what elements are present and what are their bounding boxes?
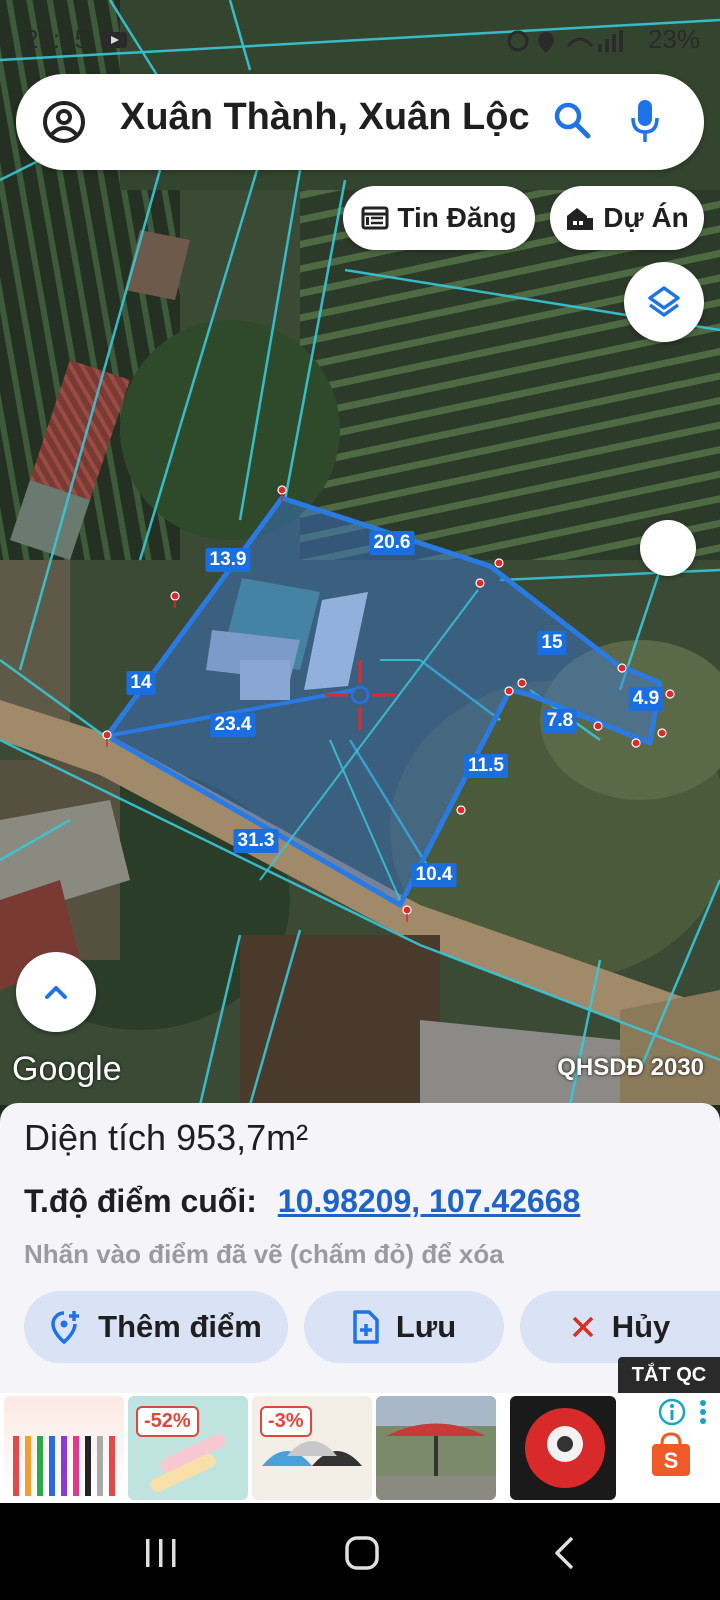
ad-image [376,1396,496,1500]
search-location[interactable]: Xuân Thành, Xuân Lộc [120,96,530,139]
cancel-button[interactable]: Hủy [520,1291,720,1363]
segment-label: 4.9 [628,687,664,711]
expand-button[interactable] [16,952,96,1032]
account-icon[interactable] [42,100,86,144]
video-icon [101,32,127,48]
coordinate-label: T.độ điểm cuối: [24,1183,257,1219]
add-point-label: Thêm điểm [98,1309,262,1344]
segment-label: 13.9 [205,548,251,572]
coordinate-row: T.độ điểm cuối: 10.98209, 107.42668 [24,1183,580,1220]
ad-image [525,1408,605,1488]
projects-chip[interactable]: Dự Án [550,186,704,250]
mic-icon[interactable] [630,98,660,144]
info-icon[interactable] [658,1398,686,1426]
segment-label: 23.4 [210,713,256,737]
close-icon [572,1316,593,1338]
status-icons [507,30,623,53]
more-vert-icon[interactable] [698,1398,708,1426]
segment-label: 10.4 [411,863,457,887]
ad-thumbnail[interactable]: -52% [128,1396,248,1500]
delete-hint: Nhấn vào điểm đã vẽ (chấm đỏ) để xóa [24,1239,504,1269]
save-label: Lưu [395,1309,457,1344]
building-icon [567,208,594,230]
discount-badge: -52% [136,1406,199,1437]
back-icon[interactable] [552,1535,576,1571]
map-side-button[interactable] [640,520,696,576]
segment-label: 11.5 [464,754,508,778]
area-row: Diện tích 953,7m² [24,1117,308,1159]
layers-button[interactable] [624,262,704,342]
home-icon[interactable] [344,1535,380,1571]
segment-label: 14 [126,671,156,695]
ad-thumbnail[interactable] [376,1396,496,1500]
ad-image [13,1436,115,1496]
layers-icon [648,286,680,317]
cancel-label: Hủy [611,1309,671,1344]
listings-icon [361,206,389,230]
chevron-up-icon [45,986,67,999]
status-bar: 21:25 23% [0,0,720,80]
area-label: Diện tích [24,1117,167,1158]
segment-label: 20.6 [369,531,415,555]
shopping-bag-icon[interactable]: S [650,1432,692,1478]
search-icon[interactable] [552,100,592,140]
save-button[interactable]: Lưu [304,1291,504,1363]
listings-chip[interactable]: Tin Đăng [343,186,535,250]
map-layer-badge: QHSDĐ 2030 [557,1054,704,1081]
svg-text:S: S [664,1448,679,1473]
area-value: 953,7m² [176,1117,309,1158]
status-time: 21:25 [24,24,90,54]
file-add-icon [353,1310,379,1344]
google-attribution: Google [12,1050,122,1088]
ad-thumbnail[interactable] [4,1396,124,1500]
battery-level: 23% [647,24,700,54]
segment-label: 7.8 [542,709,578,733]
coordinate-link[interactable]: 10.98209, 107.42668 [278,1183,581,1219]
segment-label: 15 [537,631,567,655]
close-ads-button[interactable]: TẮT QC [618,1357,720,1393]
listings-label: Tin Đăng [397,202,517,233]
projects-label: Dự Án [603,202,689,233]
system-nav-bar [0,1503,720,1600]
ad-thumbnail[interactable] [510,1396,616,1500]
recent-apps-icon[interactable] [144,1537,178,1569]
ad-thumbnail[interactable]: -3% [252,1396,372,1500]
search-bar[interactable]: Xuân Thành, Xuân Lộc [16,74,704,170]
segment-label: 31.3 [233,829,279,853]
add-point-button[interactable]: Thêm điểm [24,1291,288,1363]
discount-badge: -3% [260,1406,312,1437]
add-location-icon [51,1311,80,1345]
